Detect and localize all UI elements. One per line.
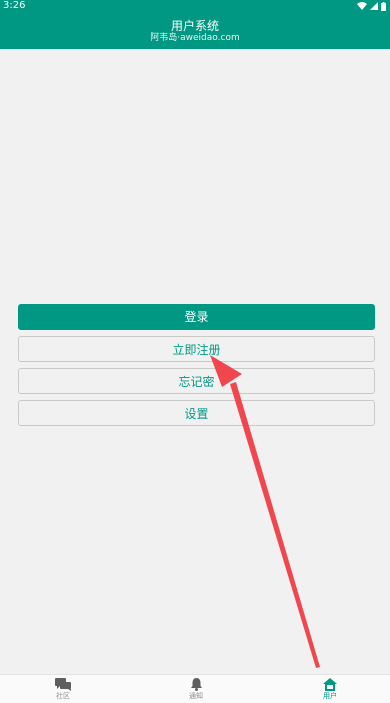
home-user-icon (323, 678, 337, 691)
login-button[interactable]: 登录 (18, 304, 375, 330)
nav-label-notifications: 通知 (189, 692, 203, 700)
nav-item-community[interactable]: 社区 (23, 675, 103, 703)
chat-bubbles-icon (55, 678, 71, 691)
page-title: 用户系统 (170, 19, 219, 33)
status-bar: 3:26 (0, 0, 390, 12)
status-time: 3:26 (3, 0, 26, 11)
register-button[interactable]: 立即注册 (18, 336, 375, 362)
nav-label-community: 社区 (56, 692, 70, 700)
nav-label-user: 用户 (323, 692, 337, 700)
wifi-icon (357, 2, 367, 10)
nav-item-notifications[interactable]: 通知 (156, 675, 236, 703)
app-bar: 用户系统 阿韦岛·aweidao.com (0, 12, 390, 49)
bell-icon (190, 678, 202, 691)
page-subtitle: 阿韦岛·aweidao.com (150, 33, 240, 43)
bottom-nav: 社区 通知 用户 (0, 674, 390, 703)
signal-icon (370, 2, 378, 10)
settings-button[interactable]: 设置 (18, 400, 375, 426)
battery-icon (381, 1, 386, 11)
nav-item-user[interactable]: 用户 (290, 675, 370, 703)
status-icons (357, 1, 386, 11)
forgot-password-button[interactable]: 忘记密 (18, 368, 375, 394)
